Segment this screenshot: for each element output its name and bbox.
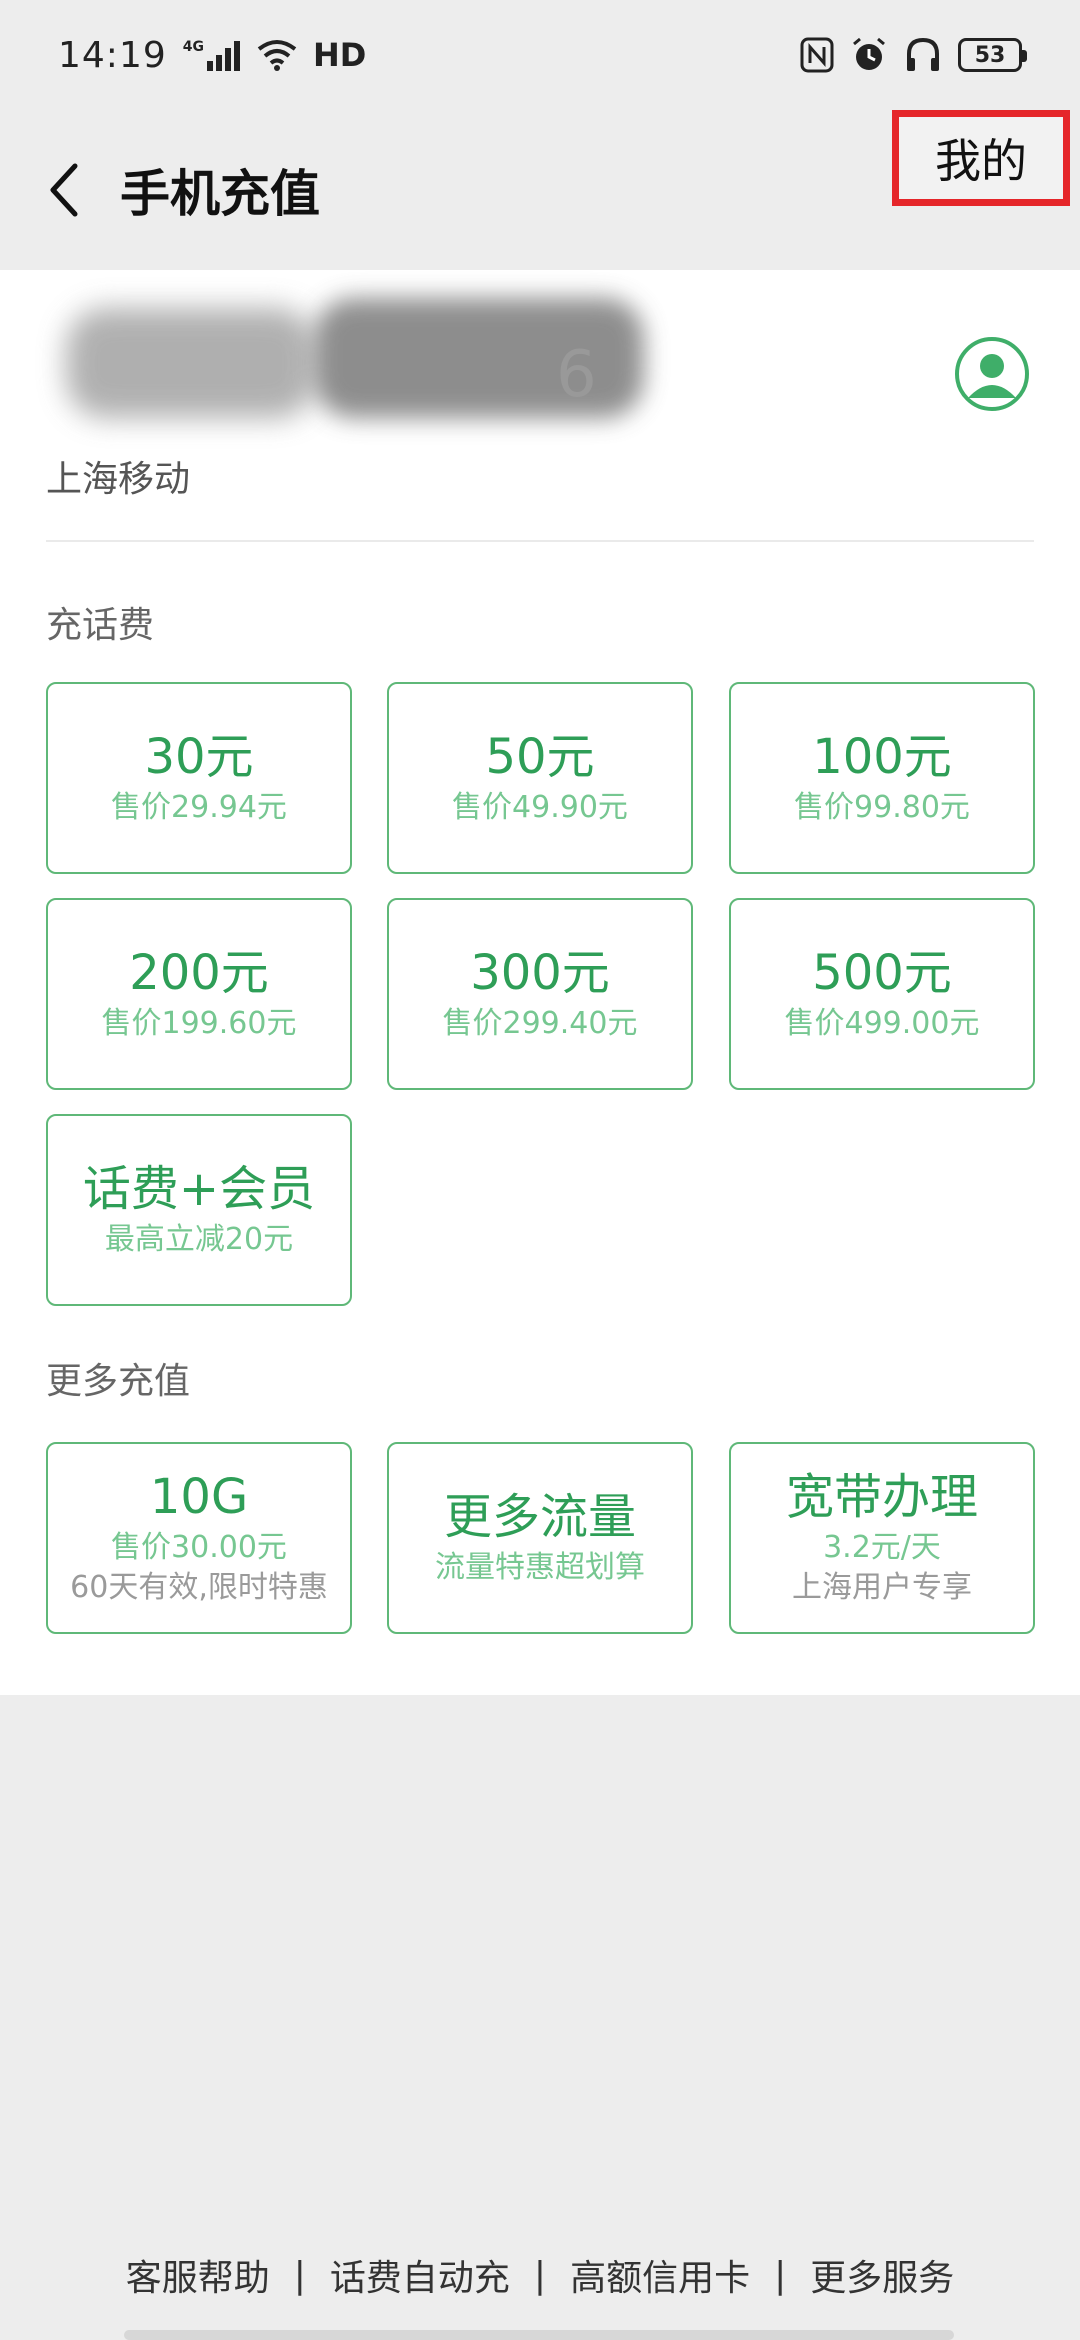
account-info: 6 上海移动: [46, 270, 1034, 542]
tile-price: 最高立减20元: [104, 1222, 294, 1257]
tile-recharge-30[interactable]: 30元 售价29.94元: [46, 682, 352, 874]
tile-recharge-500[interactable]: 500元 售价499.00元: [729, 898, 1035, 1090]
status-right: 53: [800, 36, 1027, 74]
tile-title: 更多流量: [443, 1489, 636, 1545]
tile-price: 售价99.80元: [794, 790, 970, 825]
tile-price: 售价49.90元: [452, 790, 628, 825]
tile-amount: 30元: [144, 729, 254, 785]
wifi-icon: [257, 40, 297, 71]
tile-price: 售价299.40元: [442, 1006, 638, 1041]
tile-amount: 话费+会员: [82, 1161, 316, 1217]
tile-recharge-300[interactable]: 300元 售价299.40元: [387, 898, 693, 1090]
title-bar: 手机充值 我的: [0, 110, 1080, 270]
tile-amount: 500元: [812, 945, 952, 1001]
tile-price: 售价499.00元: [784, 1006, 980, 1041]
carrier-label: 上海移动: [46, 459, 191, 500]
footer-separator: |: [293, 2254, 306, 2296]
tile-amount: 200元: [129, 945, 269, 1001]
network-type: 4G: [182, 39, 204, 55]
status-left: 14:19 4G HD: [58, 35, 366, 76]
tile-amount: 100元: [812, 729, 952, 785]
recharge-panel: 6 上海移动 充话费 30元 售价29.94元 50元 售价49.90元 100…: [0, 270, 1080, 1695]
back-button[interactable]: [34, 152, 94, 228]
tile-more-data[interactable]: 更多流量 流量特惠超划算: [387, 1442, 693, 1634]
section-label-recharge: 充话费: [46, 605, 155, 646]
footer-link-auto-recharge[interactable]: 话费自动充: [330, 2249, 510, 2301]
footer-separator: |: [533, 2254, 547, 2296]
tile-title: 10G: [149, 1469, 249, 1525]
signal-icon: 4G: [183, 39, 241, 71]
status-time: 14:19: [58, 34, 167, 76]
screen: 14:19 4G HD 53 手机充值 我的 6 上海移动 充话费 30元 售价…: [0, 0, 1080, 2340]
tile-recharge-200[interactable]: 200元 售价199.60元: [46, 898, 352, 1090]
hd-indicator: HD: [312, 36, 367, 74]
page-title: 手机充值: [120, 165, 320, 223]
headphones-icon: [907, 37, 939, 71]
tile-note: 流量特惠超划算: [435, 1550, 645, 1585]
tile-recharge-membership[interactable]: 话费+会员 最高立减20元: [46, 1114, 352, 1306]
footer-link-more-services[interactable]: 更多服务: [810, 2249, 954, 2301]
battery-level: 53: [974, 42, 1006, 68]
tile-note: 60天有效,限时特惠: [70, 1570, 328, 1605]
tile-title: 宽带办理: [785, 1469, 978, 1525]
phone-number-tail: 6: [556, 338, 597, 412]
footer-link-customer-service[interactable]: 客服帮助: [126, 2249, 270, 2301]
tile-recharge-50[interactable]: 50元 售价49.90元: [387, 682, 693, 874]
tile-broadband[interactable]: 宽带办理 3.2元/天 上海用户专享: [729, 1442, 1035, 1634]
tile-price: 3.2元/天: [823, 1530, 941, 1565]
signal-bars-icon: [206, 41, 240, 71]
battery-icon: 53: [958, 38, 1027, 72]
footer-link-credit-card[interactable]: 高额信用卡: [570, 2249, 750, 2301]
tile-recharge-100[interactable]: 100元 售价99.80元: [729, 682, 1035, 874]
tile-data-10g[interactable]: 10G 售价30.00元 60天有效,限时特惠: [46, 1442, 352, 1634]
tile-price: 售价30.00元: [111, 1530, 287, 1565]
status-bar: 14:19 4G HD 53: [0, 0, 1080, 110]
tile-price: 售价29.94元: [111, 790, 287, 825]
section-label-more: 更多充值: [46, 1361, 191, 1402]
tile-note: 上海用户专享: [792, 1570, 972, 1605]
chevron-left-icon: [50, 163, 78, 217]
home-indicator: [124, 2330, 954, 2340]
nfc-icon: [800, 37, 834, 73]
alarm-icon: [853, 37, 885, 70]
footer-separator: |: [774, 2254, 787, 2296]
tile-price: 售价199.60元: [101, 1006, 297, 1041]
tile-amount: 50元: [485, 729, 595, 785]
footer-links: 客服帮助 | 话费自动充 | 高额信用卡 | 更多服务: [0, 2240, 1080, 2310]
phone-number-redaction-left: [66, 308, 316, 418]
contacts-icon[interactable]: [954, 336, 1030, 412]
mine-button[interactable]: 我的: [892, 110, 1070, 206]
tile-amount: 300元: [470, 945, 610, 1001]
